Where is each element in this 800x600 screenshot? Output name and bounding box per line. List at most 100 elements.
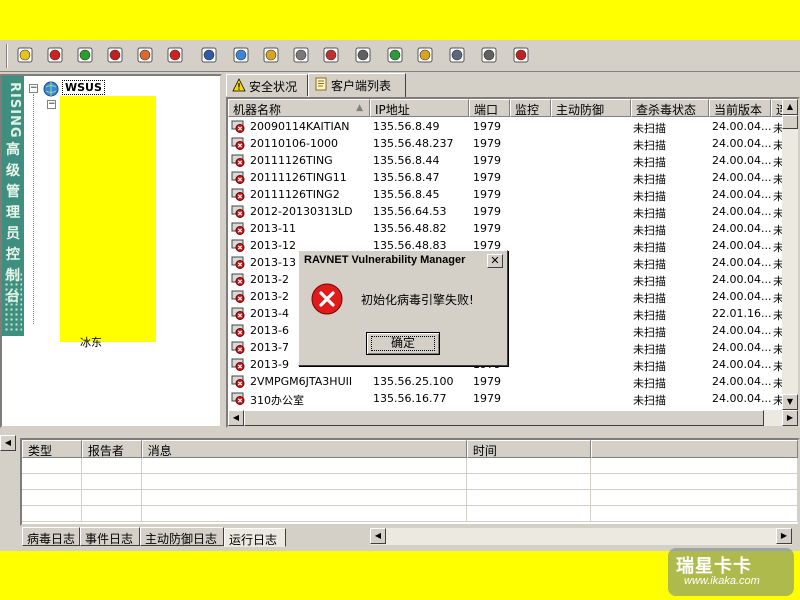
- scroll-thumb[interactable]: [244, 410, 764, 426]
- tab-security-status[interactable]: 安全状况: [226, 74, 308, 96]
- table-row[interactable]: 20111126TING11 135.56.8.47 1979 未扫描 24.00.04…: [228, 169, 788, 186]
- column-header-monitor[interactable]: 监控: [510, 99, 551, 117]
- tab-run-log[interactable]: 运行日志: [224, 528, 286, 547]
- cell-version: 24.00.04...: [712, 375, 772, 388]
- scroll-up-icon[interactable]: ▲: [782, 99, 798, 115]
- network-globe-icon: [43, 81, 59, 97]
- log-cell: [22, 506, 82, 522]
- help-icon[interactable]: [510, 44, 532, 66]
- table-row[interactable]: 20111126TING2 135.56.8.45 1979 未扫描 24.00.04.…: [228, 186, 788, 203]
- log-collapse-icon[interactable]: ◀: [0, 435, 16, 451]
- log-cell: [591, 474, 798, 490]
- add-client-icon[interactable]: [14, 44, 36, 66]
- scroll-thumb[interactable]: [782, 115, 798, 129]
- table-row[interactable]: 2VMPGM6JTA3HUII 135.56.25.100 1979 未扫描 24.00…: [228, 373, 788, 390]
- redacted-tree-items: [60, 96, 156, 342]
- watermark-url: www.ikaka.com: [684, 575, 760, 587]
- dialog-titlebar[interactable]: RAVNET Vulnerability Manager ✕: [301, 253, 505, 270]
- log-column-filler: [590, 440, 798, 458]
- settings-icon[interactable]: [260, 44, 282, 66]
- column-header-machine-name[interactable]: 机器名称 ▲: [228, 99, 370, 117]
- tab-event-log[interactable]: 事件日志: [80, 527, 140, 546]
- config-icon[interactable]: [290, 44, 312, 66]
- tab-virus-log[interactable]: 病毒日志: [22, 527, 80, 546]
- cell-port: 1979: [473, 171, 501, 184]
- scroll-left-icon[interactable]: ◀: [228, 410, 244, 426]
- log-cell: [142, 506, 467, 522]
- scroll-right-icon[interactable]: ▶: [782, 410, 798, 426]
- cell-name: 2013-4: [250, 307, 289, 320]
- column-header-active-defense[interactable]: 主动防御: [551, 99, 631, 117]
- scroll-left-icon[interactable]: ◀: [370, 528, 386, 544]
- log-cell: [467, 506, 591, 522]
- remove-icon[interactable]: [44, 44, 66, 66]
- client-offline-icon: [231, 154, 245, 167]
- client-list-vertical-scrollbar[interactable]: ▲ ▼: [782, 99, 798, 410]
- brand-char: 管: [6, 184, 20, 200]
- cell-status: 未扫描: [633, 326, 666, 339]
- cell-name: 310办公室: [250, 394, 304, 407]
- main-toolbar: [0, 40, 800, 72]
- start-scan-icon[interactable]: [134, 44, 156, 66]
- dialog-ok-button[interactable]: 确定: [366, 332, 440, 355]
- cell-name: 20111126TING: [250, 154, 333, 167]
- tree-collapse-icon[interactable]: −: [47, 100, 56, 109]
- client-offline-icon: [231, 120, 245, 133]
- cell-name: 20111126TING11: [250, 171, 347, 184]
- stop-scan-icon[interactable]: [164, 44, 186, 66]
- monitor-icon[interactable]: [198, 44, 220, 66]
- brand-char: 级: [6, 163, 20, 179]
- print-icon[interactable]: [352, 44, 374, 66]
- log-cell: [82, 490, 142, 506]
- tab-label: 安全状况: [249, 80, 298, 94]
- table-row[interactable]: 2013-11 135.56.48.82 1979 未扫描 24.00.04... 未: [228, 220, 788, 237]
- log-horizontal-scrollbar[interactable]: ◀ ▶: [370, 528, 792, 545]
- log-column-message[interactable]: 消息: [141, 440, 467, 458]
- upload-icon[interactable]: [74, 44, 96, 66]
- log-column-time[interactable]: 时间: [466, 440, 591, 458]
- column-header-scan-status[interactable]: 查杀毒状态: [631, 99, 709, 117]
- scroll-right-icon[interactable]: ▶: [776, 528, 792, 544]
- cell-name: 20111126TING2: [250, 188, 340, 201]
- cell-version: 24.00.04...: [712, 239, 772, 252]
- tab-active-defense-log[interactable]: 主动防御日志: [140, 527, 224, 546]
- log-cell: [591, 506, 798, 522]
- client-list-horizontal-scrollbar[interactable]: ◀ ▶: [228, 410, 798, 426]
- cell-status: 未扫描: [633, 139, 666, 152]
- cell-port: 1979: [473, 375, 501, 388]
- client-offline-icon: [231, 375, 245, 388]
- tab-client-list[interactable]: 客户端列表: [308, 73, 406, 97]
- cell-version: 24.00.04...: [712, 222, 772, 235]
- client-offline-icon: [231, 341, 245, 354]
- column-header-port[interactable]: 端口: [469, 99, 510, 117]
- panel-splitter[interactable]: [0, 429, 800, 435]
- report-icon[interactable]: [478, 44, 500, 66]
- lock-icon[interactable]: [446, 44, 468, 66]
- cell-name: 2013-12: [250, 239, 296, 252]
- log-column-type[interactable]: 类型: [22, 440, 82, 458]
- refresh-icon[interactable]: [384, 44, 406, 66]
- column-header-ip[interactable]: IP地址: [370, 99, 469, 117]
- cell-name: 20110106-1000: [250, 137, 338, 150]
- find-icon[interactable]: [414, 44, 436, 66]
- log-row: [22, 506, 798, 522]
- client-offline-icon: [231, 273, 245, 286]
- deploy-icon[interactable]: [230, 44, 252, 66]
- tree-root-wsus[interactable]: WSUS: [62, 80, 105, 95]
- dialog-close-button[interactable]: ✕: [487, 254, 503, 268]
- tree-item-partial[interactable]: 冰东: [80, 334, 102, 350]
- table-row[interactable]: 20090114KAITIAN 135.56.8.49 1979 未扫描 24.00.0…: [228, 118, 788, 135]
- focus-ring: [371, 336, 435, 351]
- log-icon[interactable]: [320, 44, 342, 66]
- table-row[interactable]: 310办公室 135.56.16.77 1979 未扫描 24.00.04... 未: [228, 390, 788, 407]
- tree-collapse-icon[interactable]: −: [29, 84, 38, 93]
- update-icon[interactable]: [104, 44, 126, 66]
- table-row[interactable]: 20110106-1000 135.56.48.237 1979 未扫描 24.00.0…: [228, 135, 788, 152]
- brand-char: 高: [6, 142, 20, 158]
- log-cell: [467, 474, 591, 490]
- table-row[interactable]: 20111126TING 135.56.8.44 1979 未扫描 24.00.04..…: [228, 152, 788, 169]
- column-header-version[interactable]: 当前版本: [709, 99, 771, 117]
- scroll-down-icon[interactable]: ▼: [782, 394, 798, 410]
- log-column-reporter[interactable]: 报告者: [81, 440, 142, 458]
- table-row[interactable]: 2012-20130313LD 135.56.64.53 1979 未扫描 24.00.…: [228, 203, 788, 220]
